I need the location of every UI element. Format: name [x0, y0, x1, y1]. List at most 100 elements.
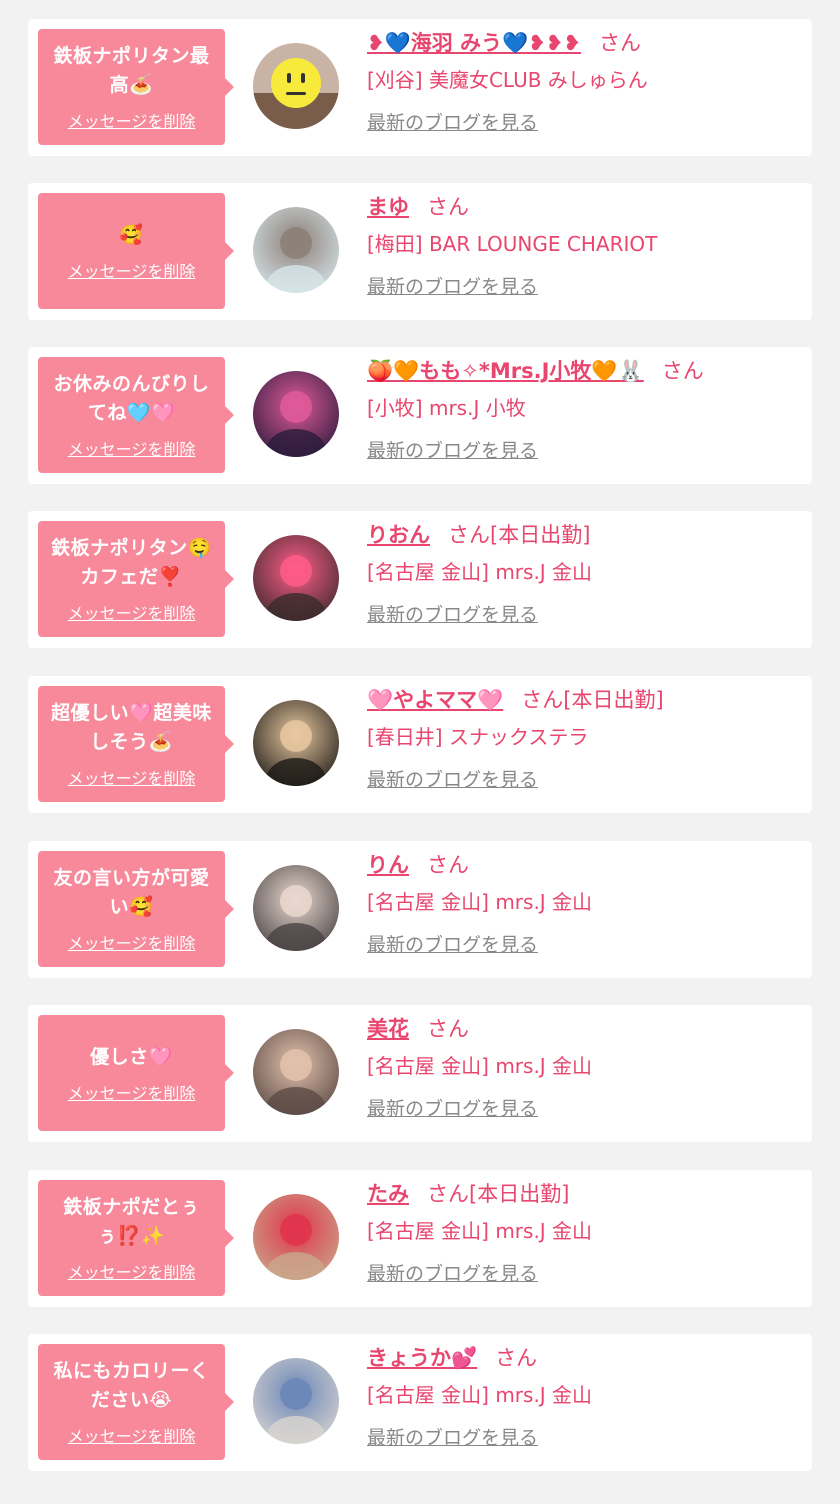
latest-blog-link[interactable]: 最新のブログを見る: [367, 1424, 538, 1452]
cast-name-link[interactable]: ❥💙海羽 みう💙❥❥❥: [367, 31, 581, 55]
name-line: 🍑🧡もも✧*Mrs.J小牧🧡🐰 さん: [367, 355, 804, 387]
photo-avatar: [253, 535, 339, 621]
delete-message-link[interactable]: メッセージを削除: [68, 1259, 196, 1283]
delete-message-link[interactable]: メッセージを削除: [68, 765, 196, 789]
cast-info: たみ さん[本日出勤] [名古屋 金山] mrs.J 金山 最新のブログを見る: [367, 1178, 804, 1288]
message-bubble: 鉄板ナポリタン最高🍝 メッセージを削除: [38, 29, 234, 145]
message-card: 鉄板ナポだとぅぅ⁉️✨ メッセージを削除 たみ さん[本日出勤] [名古屋 金山] mr…: [28, 1170, 812, 1307]
photo-avatar: [253, 371, 339, 457]
name-line: きょうか💕 さん: [367, 1342, 804, 1374]
message-card: お休みのんびりしてね🩵🩷 メッセージを削除 🍑🧡もも✧*Mrs.J小牧🧡🐰 さん [小牧…: [28, 347, 812, 484]
message-text: 鉄板ナポリタン🤤カフェだ❣️: [51, 537, 212, 588]
shop-label: [名古屋 金山] mrs.J 金山: [367, 560, 593, 584]
avatar[interactable]: [253, 865, 339, 951]
delete-message-link[interactable]: メッセージを削除: [68, 108, 196, 132]
shop-label: [名古屋 金山] mrs.J 金山: [367, 890, 593, 914]
name-line: ❥💙海羽 みう💙❥❥❥ さん: [367, 27, 804, 59]
delete-message-link[interactable]: メッセージを削除: [68, 930, 196, 954]
honorific-label: さん: [599, 31, 641, 55]
message-card: 優しさ🩷 メッセージを削除 美花 さん [名古屋 金山] mrs.J 金山最新のブログを…: [28, 1005, 812, 1142]
avatar[interactable]: [253, 207, 339, 293]
message-text: 🥰: [119, 223, 144, 246]
delete-message-link[interactable]: メッセージを削除: [68, 1080, 196, 1104]
shop-label: [刈谷] 美魔女CLUB みしゅらん: [367, 68, 648, 92]
message-text: 優しさ🩷: [90, 1045, 173, 1068]
avatar[interactable]: [253, 43, 339, 129]
cast-info: ❥💙海羽 みう💙❥❥❥ さん [刈谷] 美魔女CLUB みしゅらん最新のブログを見る: [367, 27, 804, 137]
message-card: 鉄板ナポリタン🤤カフェだ❣️ メッセージを削除 りおん さん[本日出勤] [名古屋 金山…: [28, 511, 812, 648]
honorific-label: さん[本日出勤]: [448, 523, 591, 547]
shop-label: [名古屋 金山] mrs.J 金山: [367, 1054, 593, 1078]
message-bubble: 優しさ🩷 メッセージを削除: [38, 1015, 234, 1131]
latest-blog-link[interactable]: 最新のブログを見る: [367, 766, 538, 794]
shop-label: [梅田] BAR LOUNGE CHARIOT: [367, 232, 658, 256]
honorific-label: さん: [427, 195, 469, 219]
message-text: お休みのんびりしてね🩵🩷: [53, 373, 210, 424]
avatar[interactable]: [253, 1358, 339, 1444]
avatar[interactable]: [253, 700, 339, 786]
cast-info: 美花 さん [名古屋 金山] mrs.J 金山最新のブログを見る: [367, 1013, 804, 1123]
message-card: 友の言い方が可愛い🥰 メッセージを削除 りん さん [名古屋 金山] mrs.J 金山最…: [28, 841, 812, 978]
honorific-label: さん[本日出勤]: [427, 1182, 570, 1206]
cast-name-link[interactable]: 🍑🧡もも✧*Mrs.J小牧🧡🐰: [367, 359, 644, 383]
message-bubble: 超優しい🩷超美味しそう🍝 メッセージを削除: [38, 686, 234, 802]
avatar[interactable]: [253, 1029, 339, 1115]
shop-label: [春日井] スナックステラ: [367, 725, 589, 749]
name-line: まゆ さん: [367, 191, 804, 223]
latest-blog-link[interactable]: 最新のブログを見る: [367, 1095, 538, 1123]
avatar[interactable]: [253, 535, 339, 621]
latest-blog-link[interactable]: 最新のブログを見る: [367, 273, 538, 301]
message-text: 超優しい🩷超美味しそう🍝: [51, 702, 212, 753]
message-text: 鉄板ナポリタン最高🍝: [53, 45, 210, 96]
delete-message-link[interactable]: メッセージを削除: [68, 258, 196, 282]
message-text: 私にもカロリーください😭: [53, 1360, 210, 1411]
cast-info: りん さん [名古屋 金山] mrs.J 金山最新のブログを見る: [367, 849, 804, 959]
avatar[interactable]: [253, 371, 339, 457]
delete-message-link[interactable]: メッセージを削除: [68, 1423, 196, 1447]
message-bubble: 友の言い方が可愛い🥰 メッセージを削除: [38, 851, 234, 967]
photo-avatar: [253, 1358, 339, 1444]
cast-info: 🩷やよママ🩷 さん[本日出勤] [春日井] スナックステラ最新のブログを見る: [367, 684, 804, 794]
honorific-label: さん: [427, 1017, 469, 1041]
message-bubble: お休みのんびりしてね🩵🩷 メッセージを削除: [38, 357, 234, 473]
name-line: りおん さん[本日出勤]: [367, 519, 804, 551]
cast-info: 🍑🧡もも✧*Mrs.J小牧🧡🐰 さん [小牧] mrs.J 小牧 最新のブログを見る: [367, 355, 804, 465]
name-line: 🩷やよママ🩷 さん[本日出勤]: [367, 684, 804, 716]
avatar[interactable]: [253, 1194, 339, 1280]
cast-name-link[interactable]: まゆ: [367, 195, 409, 219]
delete-message-link[interactable]: メッセージを削除: [68, 436, 196, 460]
honorific-label: さん[本日出勤]: [521, 688, 664, 712]
cast-info: りおん さん[本日出勤] [名古屋 金山] mrs.J 金山最新のブログを見る: [367, 519, 804, 629]
cast-info: まゆ さん [梅田] BAR LOUNGE CHARIOT 最新のブログを見る: [367, 191, 804, 301]
name-line: たみ さん[本日出勤]: [367, 1178, 804, 1210]
illustration-avatar: [253, 207, 339, 293]
cast-name-link[interactable]: たみ: [367, 1182, 409, 1206]
cast-name-link[interactable]: 美花: [367, 1017, 409, 1041]
shop-label: [名古屋 金山] mrs.J 金山: [367, 1383, 593, 1407]
cast-name-link[interactable]: りおん: [367, 523, 430, 547]
cast-name-link[interactable]: りん: [367, 853, 409, 877]
cast-name-link[interactable]: 🩷やよママ🩷: [367, 688, 503, 712]
smiley-face-avatar: [253, 43, 339, 129]
message-card: 私にもカロリーください😭 メッセージを削除 きょうか💕 さん [名古屋 金山] mrs.…: [28, 1334, 812, 1471]
message-list: 鉄板ナポリタン最高🍝 メッセージを削除 ❥💙海羽 みう💙❥❥❥ さん [刈谷] 美魔女C…: [0, 0, 840, 1504]
name-line: 美花 さん: [367, 1013, 804, 1045]
message-bubble: 私にもカロリーください😭 メッセージを削除: [38, 1344, 234, 1460]
photo-avatar: [253, 700, 339, 786]
message-text: 鉄板ナポだとぅぅ⁉️✨: [63, 1196, 200, 1247]
message-card: 🥰 メッセージを削除 まゆ さん [梅田] BAR LOUNGE CHARIOT 最新のブ…: [28, 183, 812, 320]
delete-message-link[interactable]: メッセージを削除: [68, 600, 196, 624]
honorific-label: さん: [661, 359, 704, 383]
latest-blog-link[interactable]: 最新のブログを見る: [367, 601, 538, 629]
latest-blog-link[interactable]: 最新のブログを見る: [367, 1260, 538, 1288]
latest-blog-link[interactable]: 最新のブログを見る: [367, 109, 538, 137]
message-bubble: 鉄板ナポリタン🤤カフェだ❣️ メッセージを削除: [38, 521, 234, 637]
latest-blog-link[interactable]: 最新のブログを見る: [367, 931, 538, 959]
cast-info: きょうか💕 さん [名古屋 金山] mrs.J 金山最新のブログを見る: [367, 1342, 804, 1452]
cast-name-link[interactable]: きょうか💕: [367, 1346, 477, 1370]
name-line: りん さん: [367, 849, 804, 881]
latest-blog-link[interactable]: 最新のブログを見る: [367, 437, 538, 465]
photo-avatar: [253, 1194, 339, 1280]
honorific-label: さん: [495, 1346, 538, 1370]
message-bubble: 鉄板ナポだとぅぅ⁉️✨ メッセージを削除: [38, 1180, 234, 1296]
